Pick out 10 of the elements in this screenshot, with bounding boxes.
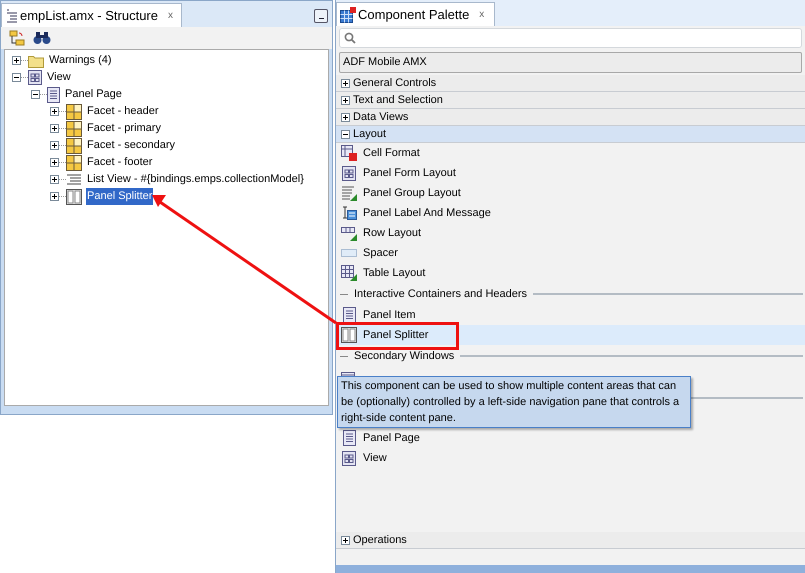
section-heading: Interactive Containers and Headers: [354, 286, 528, 302]
category-label: Data Views: [353, 110, 408, 125]
category-label: Operations: [353, 532, 407, 548]
section-heading: Secondary Windows: [354, 348, 454, 364]
tab-title: Component Palette: [358, 6, 470, 24]
category-label: General Controls: [353, 76, 436, 91]
category-label: Text and Selection: [353, 92, 443, 108]
tab-title: empList.amx - Structure: [20, 6, 158, 25]
tooltip: This component can be used to show multiple content areas that can be (optionally) controlled by a left-side navigation pane that controls a right-side content pane.: [337, 376, 691, 428]
category-label: Layout: [353, 126, 386, 142]
